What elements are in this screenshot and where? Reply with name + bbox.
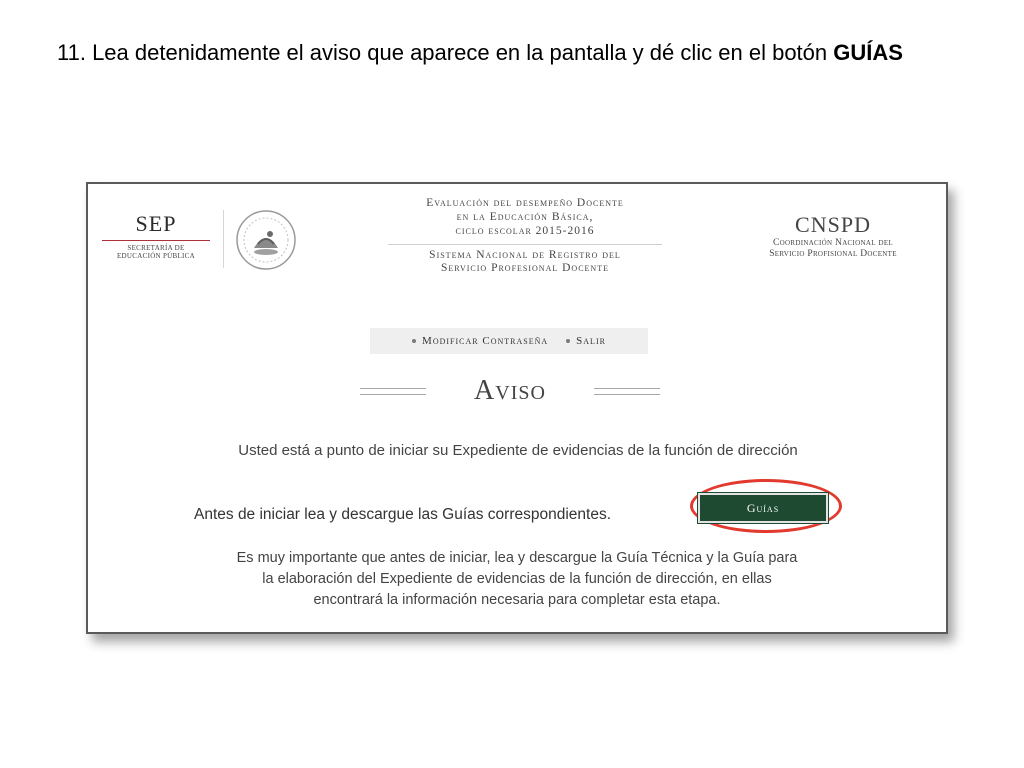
logo-divider bbox=[223, 210, 224, 268]
cnspd-logo: CNSPD Coordinación Nacional del Servicio… bbox=[738, 212, 928, 260]
cnspd-logo-subtitle-1: Coordinación Nacional del bbox=[773, 238, 893, 248]
bullet-icon bbox=[412, 339, 417, 343]
title-line-3: ciclo escolar 2015-2016 bbox=[455, 225, 595, 237]
instruction-text: 11. Lea detenidamente el aviso que apare… bbox=[57, 38, 955, 68]
cnspd-logo-subtitle-2: Servicio Profisional Docente bbox=[769, 249, 897, 259]
sep-logo: SEP SECRETARÍA DE EDUCACIÓN PÚBLICA bbox=[102, 212, 210, 260]
aviso-line-2: Antes de iniciar lea y descargue las Guí… bbox=[194, 506, 612, 523]
system-title: Evaluación del desempeño Docente en la E… bbox=[360, 196, 690, 275]
guias-button[interactable]: Guías bbox=[697, 492, 829, 524]
aviso-line-1: Usted está a punto de iniciar su Expedie… bbox=[238, 442, 798, 459]
title-line-4: Sistema Nacional de Registro del bbox=[429, 249, 621, 261]
sep-logo-subtitle-2: EDUCACIÓN PÚBLICA bbox=[116, 252, 196, 260]
sep-logo-divider bbox=[102, 240, 210, 241]
aviso-heading: Aviso bbox=[360, 374, 660, 410]
menu-item-salir[interactable]: Salir bbox=[566, 335, 606, 347]
title-line-1: Evaluación del desempeño Docente bbox=[426, 197, 624, 209]
bullet-icon bbox=[566, 339, 571, 343]
aviso-line-3: Es muy importante que antes de iniciar, … bbox=[236, 550, 798, 566]
instruction-body: 11. Lea detenidamente el aviso que apare… bbox=[57, 40, 834, 65]
sep-logo-subtitle-1: SECRETARÍA DE bbox=[127, 244, 185, 252]
cnspd-logo-title: CNSPD bbox=[795, 212, 871, 237]
mexican-coat-of-arms-icon bbox=[236, 210, 296, 270]
instruction-bold: GUÍAS bbox=[833, 40, 903, 65]
aviso-line-5: encontrará la información necesaria para… bbox=[313, 592, 721, 608]
aviso-line-4: la elaboración del Expediente de evidenc… bbox=[262, 571, 772, 587]
menu-item-label: Salir bbox=[576, 335, 606, 347]
title-line-5: Servicio Profesional Docente bbox=[441, 262, 609, 274]
heading-rule-right bbox=[594, 388, 660, 395]
title-line-2: en la Educación Básica, bbox=[456, 211, 594, 223]
screenshot-frame: SEP SECRETARÍA DE EDUCACIÓN PÚBLICA Eval… bbox=[86, 182, 948, 634]
sep-logo-title: SEP bbox=[135, 211, 177, 236]
title-divider bbox=[388, 244, 662, 245]
menu-item-label: Modificar Contraseña bbox=[422, 335, 549, 347]
aviso-paragraph: Es muy importante que antes de iniciar, … bbox=[178, 548, 856, 611]
menu-item-modificar-contrasena[interactable]: Modificar Contraseña bbox=[412, 335, 548, 347]
top-menu: Modificar Contraseña Salir bbox=[370, 328, 648, 354]
